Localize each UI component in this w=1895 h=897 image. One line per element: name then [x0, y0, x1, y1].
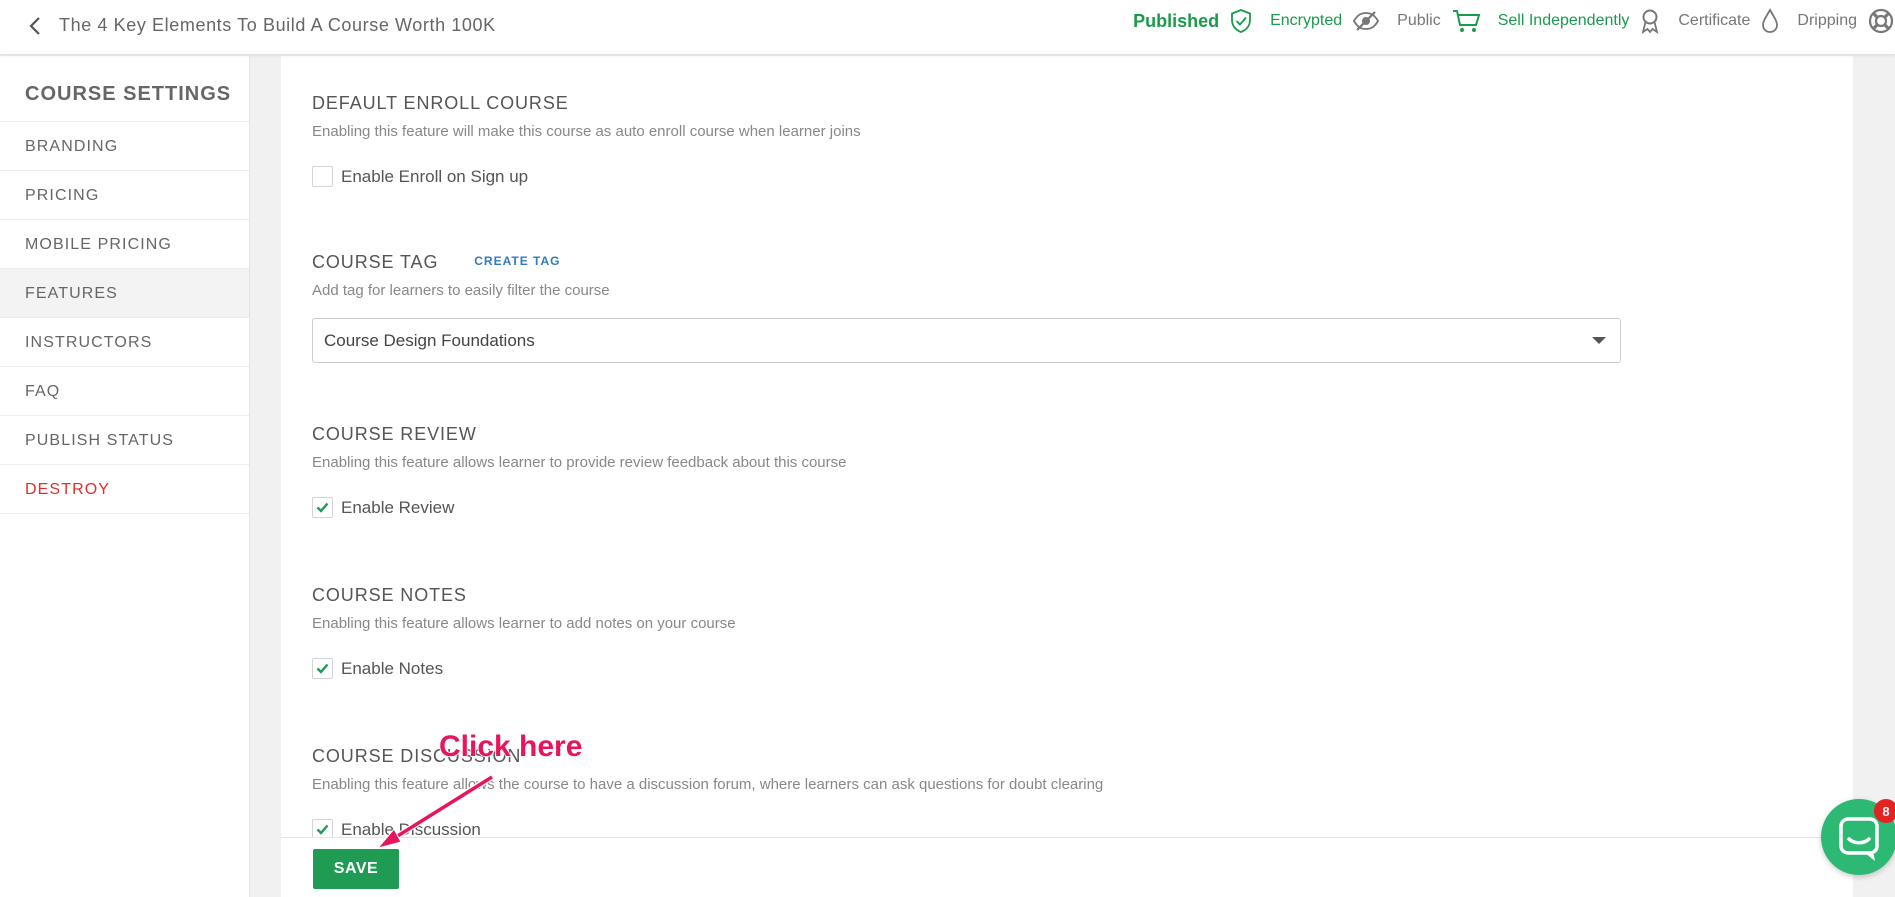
selected-tag: Course Design Foundations: [324, 330, 535, 350]
sidebar-item-pricing[interactable]: PRICING: [0, 171, 249, 220]
save-bar: SAVE: [281, 837, 1853, 897]
sidebar-item-instructors[interactable]: INSTRUCTORS: [0, 318, 249, 367]
section-title: DEFAULT ENROLL COURSE: [312, 93, 569, 113]
checkbox-unchecked-icon[interactable]: [312, 166, 333, 187]
sidebar-item-destroy[interactable]: DESTROY: [0, 465, 249, 514]
checkmark-icon[interactable]: [312, 658, 333, 679]
section-title: COURSE REVIEW: [312, 424, 477, 444]
checkbox-label: Enable Review: [341, 497, 455, 517]
sidebar-item-features[interactable]: FEATURES: [0, 269, 249, 318]
default-enroll-section: DEFAULT ENROLL COURSE Enabling this feat…: [312, 93, 861, 187]
enable-notes-checkbox[interactable]: Enable Notes: [312, 658, 736, 679]
shield-check-icon[interactable]: [1229, 8, 1253, 34]
certificate-status: Certificate: [1678, 12, 1751, 29]
sidebar-item-faq[interactable]: FAQ: [0, 367, 249, 416]
create-tag-link[interactable]: CREATE TAG: [474, 254, 560, 268]
course-review-section: COURSE REVIEW Enabling this feature allo…: [312, 424, 846, 518]
lifebuoy-icon[interactable]: [1867, 7, 1895, 35]
sell-independently-status: Sell Independently: [1497, 12, 1630, 29]
section-description: Add tag for learners to easily filter th…: [312, 282, 610, 299]
course-tag-select[interactable]: Course Design Foundations: [312, 318, 1621, 363]
course-discussion-section: COURSE DISCUSSION Enabling this feature …: [312, 746, 1103, 840]
section-description: Enabling this feature will make this cou…: [312, 123, 861, 140]
shopping-cart-icon[interactable]: [1451, 8, 1481, 34]
features-panel: DEFAULT ENROLL COURSE Enabling this feat…: [281, 56, 1853, 897]
section-title: COURSE TAG: [312, 252, 439, 272]
back-arrow-icon[interactable]: [24, 14, 46, 38]
checkmark-icon[interactable]: [312, 497, 333, 518]
published-status: Published: [1133, 10, 1220, 31]
top-header: The 4 Key Elements To Build A Course Wor…: [0, 0, 1895, 55]
enroll-on-signup-checkbox[interactable]: Enable Enroll on Sign up: [312, 166, 861, 187]
course-title: The 4 Key Elements To Build A Course Wor…: [59, 15, 496, 35]
section-title: COURSE DISCUSSION: [312, 746, 522, 766]
caret-down-icon: [1592, 337, 1606, 344]
eye-slash-icon[interactable]: [1352, 10, 1380, 32]
section-description: Enabling this feature allows the course …: [312, 776, 1104, 793]
chat-unread-badge: 8: [1874, 799, 1895, 823]
section-description: Enabling this feature allows learner to …: [312, 615, 736, 632]
water-drop-icon[interactable]: [1760, 8, 1780, 34]
sidebar-title: COURSE SETTINGS: [0, 56, 249, 122]
enable-review-checkbox[interactable]: Enable Review: [312, 497, 846, 518]
public-status: Public: [1397, 12, 1441, 29]
annotation-label: Click here: [438, 729, 583, 764]
settings-sidebar: COURSE SETTINGS BRANDING PRICING MOBILE …: [0, 56, 250, 897]
course-status-bar: Published Encrypted Public Sell Independ…: [1133, 8, 1895, 34]
course-notes-section: COURSE NOTES Enabling this feature allow…: [312, 585, 736, 679]
section-title: COURSE NOTES: [312, 585, 467, 605]
award-ribbon-icon[interactable]: [1639, 8, 1661, 34]
save-button[interactable]: SAVE: [313, 849, 399, 889]
sidebar-item-publish-status[interactable]: PUBLISH STATUS: [0, 416, 249, 465]
dripping-status: Dripping: [1797, 12, 1857, 29]
course-tag-section: COURSE TAG CREATE TAG Add tag for learne…: [312, 252, 1621, 363]
checkbox-label: Enable Enroll on Sign up: [341, 166, 529, 186]
checkbox-label: Enable Notes: [341, 658, 444, 678]
encrypted-status: Encrypted: [1270, 12, 1343, 29]
sidebar-item-branding[interactable]: BRANDING: [0, 122, 249, 171]
section-description: Enabling this feature allows learner to …: [312, 454, 847, 471]
sidebar-item-mobile-pricing[interactable]: MOBILE PRICING: [0, 220, 249, 269]
